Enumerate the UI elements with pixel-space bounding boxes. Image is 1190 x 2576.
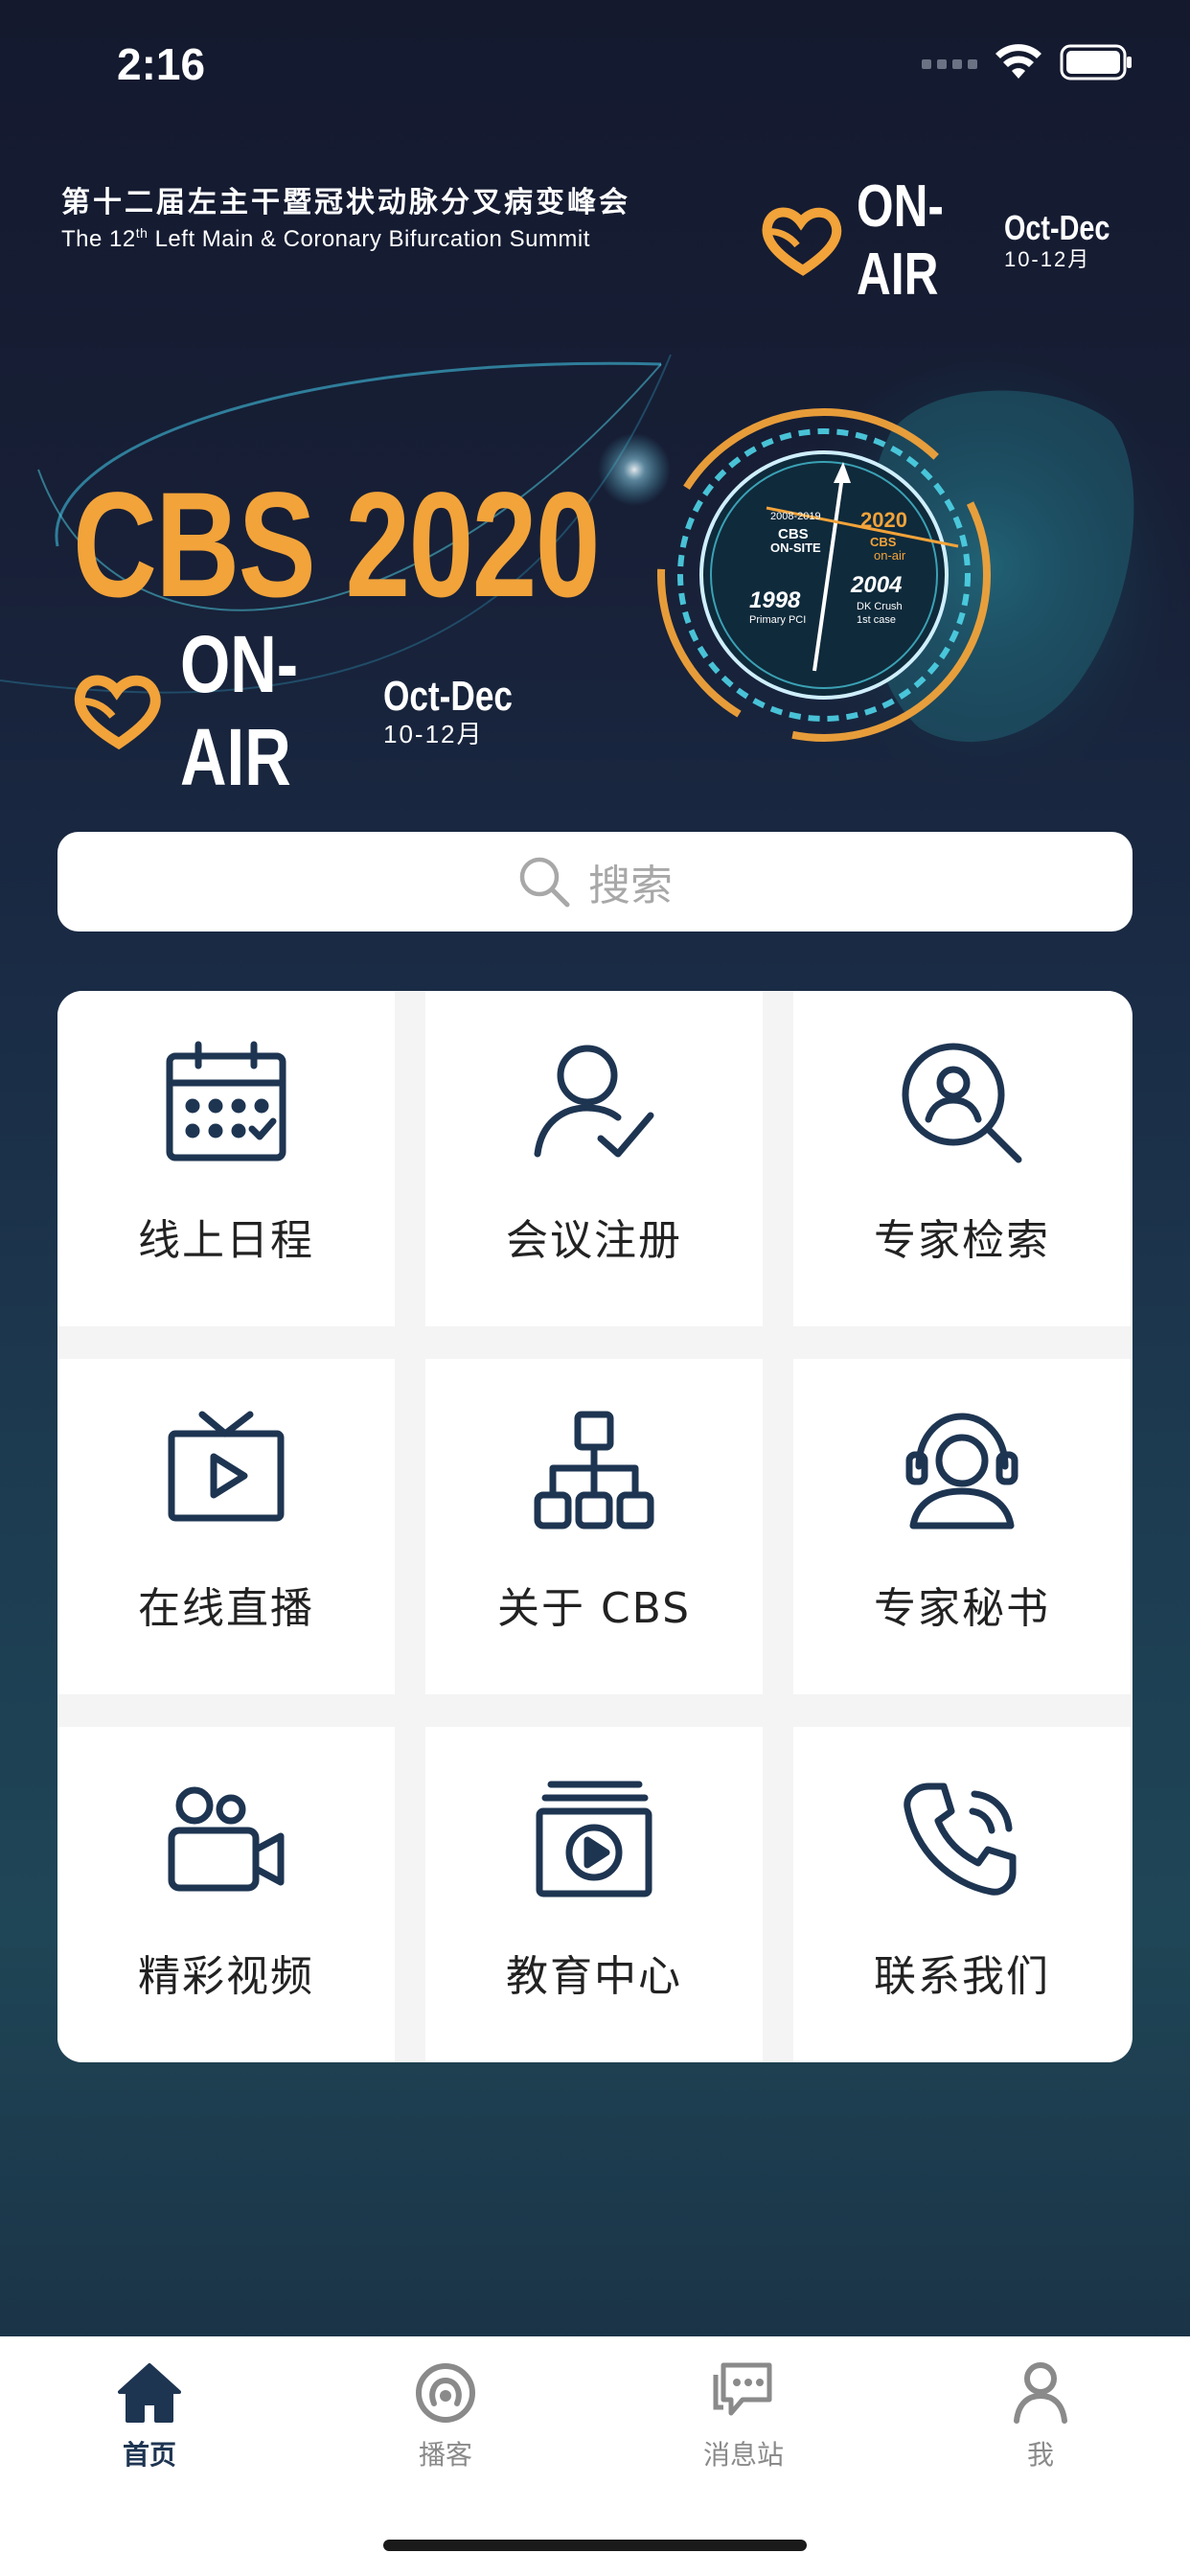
live-tv-icon <box>162 1407 290 1535</box>
user-check-icon <box>530 1039 658 1167</box>
org-chart-icon <box>530 1407 658 1535</box>
home-icon <box>118 2363 181 2423</box>
status-bar: 2:16 <box>0 0 1190 126</box>
menu-item-online-schedule[interactable]: 线上日程 <box>57 991 395 1326</box>
menu-item-label: 关于 CBS <box>496 1584 692 1633</box>
search-input[interactable]: 搜索 <box>57 832 1133 932</box>
summit-en-sup: th <box>135 225 149 241</box>
header-onair-text: ON-AIR <box>856 173 944 308</box>
dial-label-2004: 2004 <box>850 572 902 598</box>
menu-item-label: 在线直播 <box>138 1584 314 1633</box>
menu-item-expert-search[interactable]: 专家检索 <box>793 991 1131 1326</box>
profile-icon <box>1014 2362 1067 2424</box>
menu-item-registration[interactable]: 会议注册 <box>425 991 763 1326</box>
banner-date: Oct-Dec 10-12月 <box>383 673 545 748</box>
banner-onair-logo: ON-AIR Oct-Dec 10-12月 <box>71 618 545 804</box>
menu-item-label: 联系我们 <box>874 1952 1050 2001</box>
battery-icon <box>1060 44 1132 80</box>
tab-home[interactable]: 首页 <box>54 2336 245 2490</box>
dial-label-2004-sub1: DK Crush <box>857 601 903 612</box>
menu-item-label: 会议注册 <box>506 1216 682 1265</box>
tab-messages[interactable]: 消息站 <box>648 2336 839 2490</box>
summit-en-suffix: Left Main & Coronary Bifurcation Summit <box>154 226 590 252</box>
search-icon <box>519 857 570 908</box>
summit-title-cn: 第十二届左主干暨冠状动脉分叉病变峰会 <box>61 186 630 219</box>
summit-title-en: The 12th Left Main & Coronary Bifurcatio… <box>61 225 590 253</box>
tab-label: 消息站 <box>702 2439 784 2471</box>
message-icon <box>713 2362 772 2416</box>
signal-icon <box>922 59 977 69</box>
header-date-cn: 10-12月 <box>1003 247 1091 271</box>
banner-title: CBS 2020 <box>73 462 600 629</box>
menu-item-expert-secretary[interactable]: 专家秘书 <box>793 1359 1131 1694</box>
banner-date-en: Oct-Dec <box>383 673 513 720</box>
tab-label: 播客 <box>418 2439 472 2471</box>
menu-item-about-cbs[interactable]: 关于 CBS <box>425 1359 763 1694</box>
calendar-icon <box>162 1039 290 1167</box>
tab-me[interactable]: 我 <box>945 2336 1136 2490</box>
tab-podcast[interactable]: 播客 <box>350 2336 541 2490</box>
summit-en-prefix: The 12 <box>61 226 136 252</box>
menu-item-live-stream[interactable]: 在线直播 <box>57 1359 395 1694</box>
feature-menu-grid: 线上日程 会议注册 专家检索 在线直播 关于 CBS 专家秘书 精彩视频 教育中… <box>57 991 1133 2062</box>
dial-label-onsite-2: ON-SITE <box>770 540 821 555</box>
banner-date-cn: 10-12月 <box>383 720 484 748</box>
tab-label: 首页 <box>122 2439 176 2471</box>
menu-item-label: 教育中心 <box>506 1952 682 2001</box>
expert-search-icon <box>898 1039 1026 1167</box>
header-date-en: Oct-Dec <box>1003 208 1110 247</box>
menu-item-contact-us[interactable]: 联系我们 <box>793 1727 1131 2062</box>
phone-call-icon <box>898 1775 1026 1903</box>
menu-item-label: 精彩视频 <box>138 1952 314 2001</box>
menu-item-education-center[interactable]: 教育中心 <box>425 1727 763 2062</box>
status-icons <box>922 44 1133 80</box>
education-video-icon <box>530 1775 658 1903</box>
dial-label-onair-1: CBS <box>870 535 897 549</box>
wifi-icon <box>995 44 1041 79</box>
menu-item-featured-videos[interactable]: 精彩视频 <box>57 1727 395 2062</box>
hero-banner: 2008-2019 CBS ON-SITE 2020 CBS on-air 19… <box>0 316 1190 824</box>
dial-label-1998-sub: Primary PCI <box>749 614 806 626</box>
podcast-icon <box>416 2363 475 2423</box>
heart-logo-icon <box>762 207 842 276</box>
home-indicator[interactable] <box>383 2540 807 2551</box>
dial-label-1998: 1998 <box>749 587 801 613</box>
tab-label: 我 <box>1026 2439 1054 2471</box>
dial-label-range: 2008-2019 <box>770 511 821 522</box>
header-date: Oct-Dec 10-12月 <box>1004 211 1136 270</box>
menu-item-label: 线上日程 <box>138 1216 314 1265</box>
video-camera-icon <box>162 1775 290 1903</box>
dial-label-onair-2: on-air <box>874 548 906 563</box>
status-time: 2:16 <box>117 39 206 89</box>
menu-item-label: 专家检索 <box>874 1216 1050 1265</box>
dial-label-2020: 2020 <box>860 508 907 532</box>
search-placeholder: 搜索 <box>588 862 673 910</box>
dial-label-2004-sub2: 1st case <box>857 614 896 626</box>
menu-item-label: 专家秘书 <box>874 1584 1050 1633</box>
header-onair-logo: ON-AIR Oct-Dec 10-12月 <box>759 172 1136 309</box>
headset-user-icon <box>898 1407 1026 1535</box>
banner-onair-text: ON-AIR <box>180 619 299 802</box>
banner-heart-logo-icon <box>74 675 161 750</box>
